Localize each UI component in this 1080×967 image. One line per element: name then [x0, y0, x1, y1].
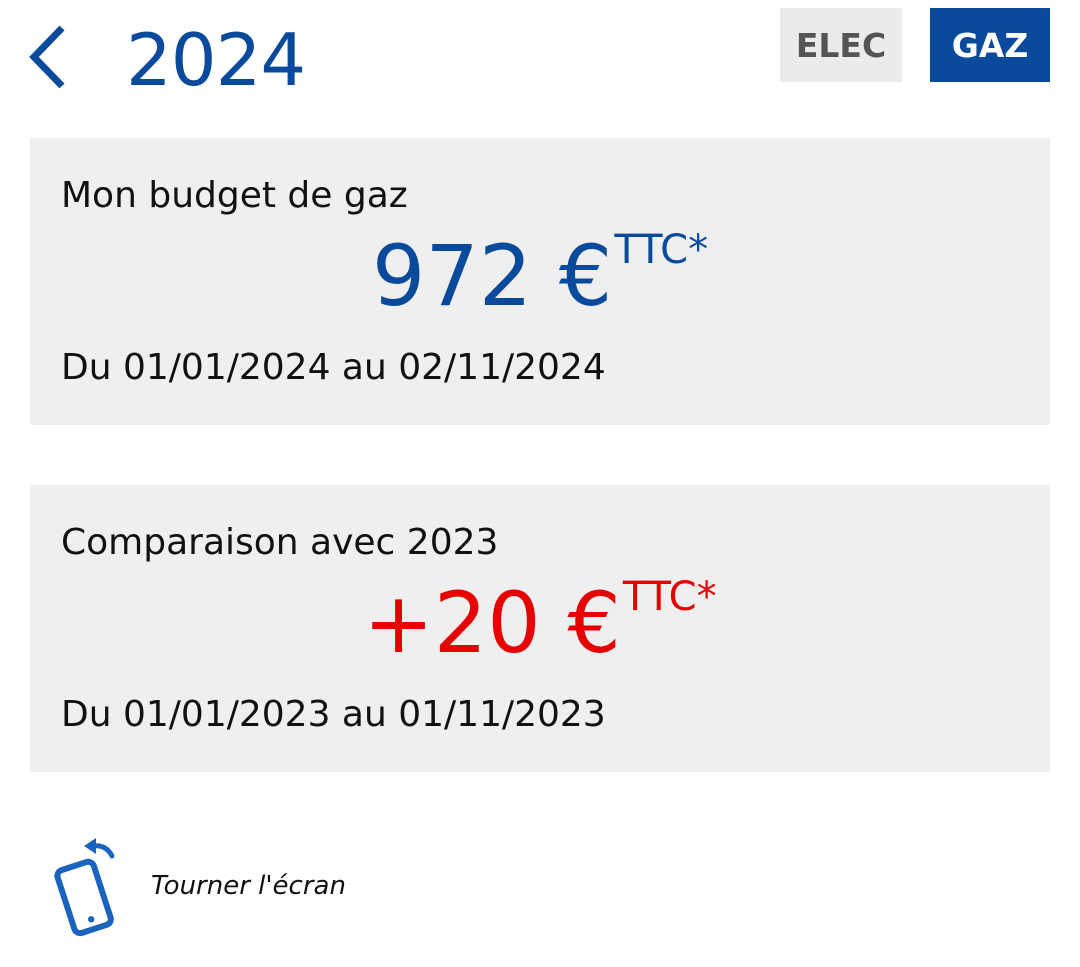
- budget-label: Mon budget de gaz: [61, 175, 408, 216]
- budget-amount-suffix: TTC*: [614, 227, 709, 273]
- comparison-period: Du 01/01/2023 au 01/11/2023: [61, 694, 606, 735]
- elec-toggle-button[interactable]: ELEC: [780, 8, 902, 82]
- rotate-phone-icon[interactable]: [54, 834, 124, 938]
- comparison-amount: +20 €: [363, 574, 621, 672]
- chevron-left-icon: [29, 25, 65, 89]
- rotate-screen-label[interactable]: Tourner l'écran: [151, 868, 346, 904]
- comparison-amount-row: +20 €TTC*: [30, 573, 1050, 673]
- back-button[interactable]: [22, 22, 76, 92]
- budget-card: Mon budget de gaz 972 €TTC* Du 01/01/202…: [30, 138, 1050, 425]
- comparison-amount-suffix: TTC*: [622, 574, 717, 620]
- budget-amount: 972 €: [371, 227, 613, 325]
- page-title: 2024: [126, 18, 306, 102]
- budget-amount-row: 972 €TTC*: [30, 226, 1050, 326]
- budget-period: Du 01/01/2024 au 02/11/2024: [61, 347, 606, 388]
- gaz-toggle-button[interactable]: GAZ: [930, 8, 1050, 82]
- comparison-label: Comparaison avec 2023: [61, 522, 499, 563]
- comparison-card: Comparaison avec 2023 +20 €TTC* Du 01/01…: [30, 485, 1050, 772]
